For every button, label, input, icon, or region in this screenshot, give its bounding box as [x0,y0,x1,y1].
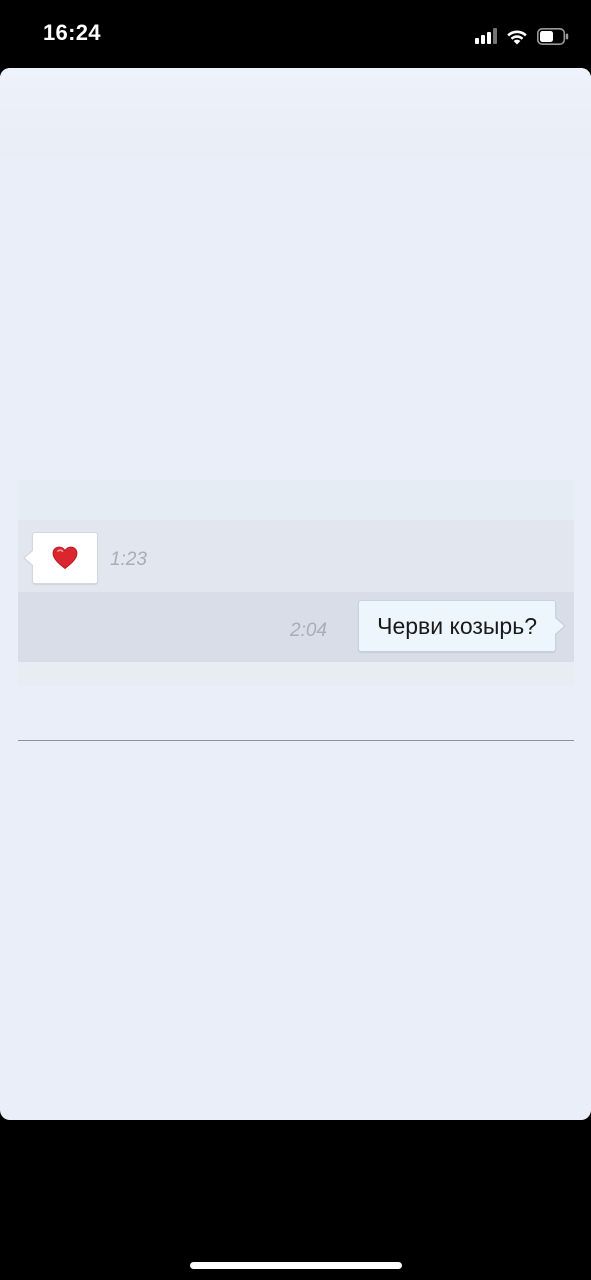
incoming-message-bubble[interactable] [23,532,98,584]
battery-icon [537,27,569,45]
divider-line [18,740,574,741]
phone-screen: 16:24 1:23 2:04 Черви козырь? [0,0,591,1280]
heart-emoji-icon [52,546,78,570]
home-indicator[interactable] [190,1262,402,1269]
chat-top-band [18,480,574,520]
wifi-icon [506,28,528,45]
card-header-fade [0,68,591,158]
chat-area: 1:23 2:04 Черви козырь? [18,480,574,685]
incoming-message-time: 1:23 [110,549,147,570]
outgoing-message-bubble[interactable]: Черви козырь? [358,600,566,652]
status-bar: 16:24 [0,0,591,68]
outgoing-message-row: 2:04 Черви козырь? [18,592,574,662]
content-card: 1:23 2:04 Черви козырь? [0,68,591,1120]
incoming-message-row: 1:23 [18,520,574,592]
cellular-signal-icon [475,28,497,44]
status-icons [475,24,569,48]
status-time: 16:24 [43,20,101,45]
outgoing-message-time: 2:04 [290,620,327,641]
